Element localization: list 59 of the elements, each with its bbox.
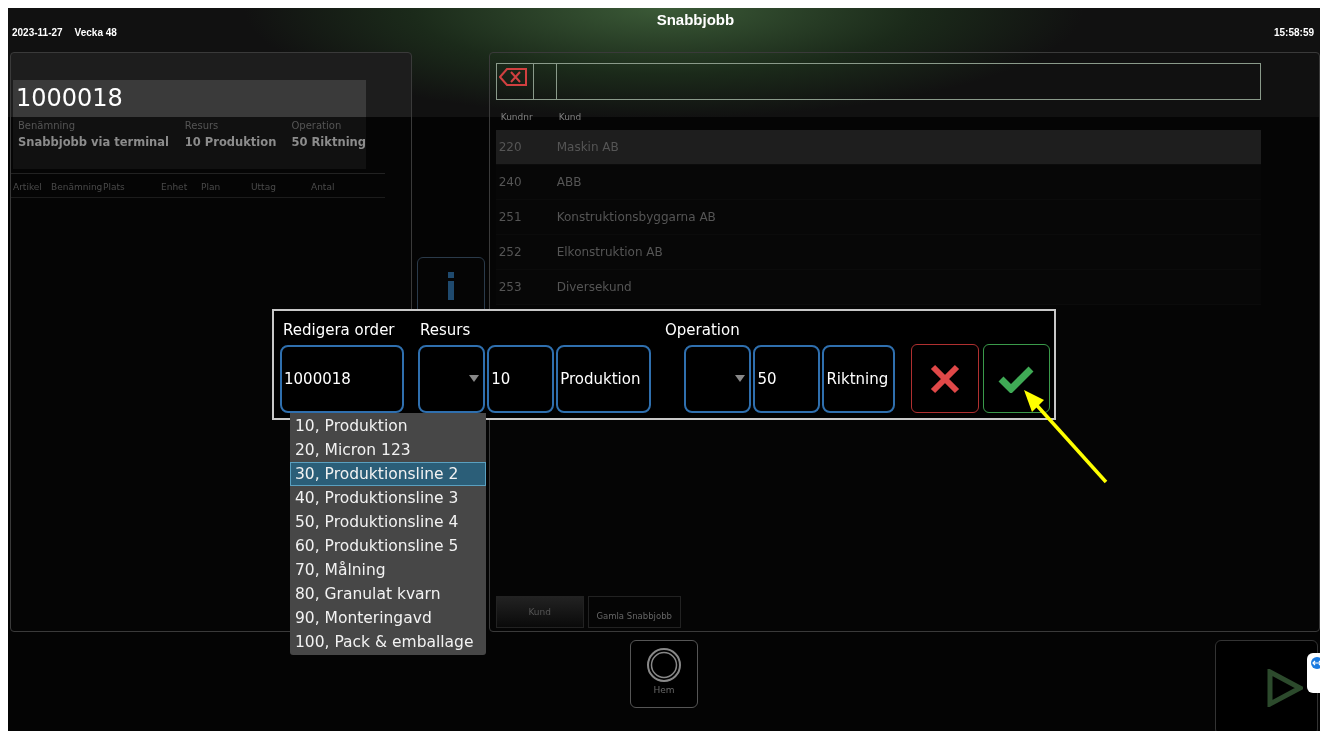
dropdown-option[interactable]: 40, Produktionsline 3 xyxy=(290,486,486,510)
confirm-button[interactable] xyxy=(982,344,1050,413)
customer-number: 252 xyxy=(497,245,523,259)
dropdown-option[interactable]: 70, Målning xyxy=(290,558,486,582)
column-header: Kundnr xyxy=(499,112,534,122)
dropdown-option[interactable]: 80, Granulat kvarn xyxy=(290,582,486,606)
dropdown-button[interactable] xyxy=(684,344,752,413)
caret-icon xyxy=(469,375,480,382)
field-label: Resurs xyxy=(420,321,472,335)
dropdown-option[interactable]: 90, Monteringavd xyxy=(290,606,486,630)
customer-number: 240 xyxy=(497,175,523,189)
column-header: Benämning xyxy=(51,182,103,192)
dropdown-option[interactable]: 30, Produktionsline 2 xyxy=(290,462,486,486)
customer-name: Elkonstruktion AB xyxy=(556,245,664,259)
field-value: Snabbjobb via terminal xyxy=(18,135,170,149)
circle-icon xyxy=(646,647,682,683)
order-number: 1000018 xyxy=(13,80,366,117)
page-title: Snabbjobb xyxy=(655,11,736,28)
remote-icon xyxy=(1311,657,1320,669)
field-value: 10 Produktion xyxy=(184,135,278,149)
column-header: Kund xyxy=(558,112,583,122)
field-label: Resurs xyxy=(184,120,220,131)
order-field[interactable]: 1000018 xyxy=(280,344,404,413)
week-text: Vecka 48 xyxy=(74,27,117,38)
customer-number: 251 xyxy=(497,210,523,224)
resource-code-field[interactable]: 10 xyxy=(487,344,555,413)
dropdown-option[interactable]: 50, Produktionsline 4 xyxy=(290,510,486,534)
customer-name: ABB xyxy=(556,175,583,189)
info-icon xyxy=(446,272,455,300)
check-icon xyxy=(998,364,1035,393)
caret-icon xyxy=(735,375,746,382)
dropdown-option[interactable]: 20, Micron 123 xyxy=(290,438,486,462)
customer-name: Diversekund xyxy=(556,280,633,294)
column-header: Enhet xyxy=(161,182,189,192)
dropdown-option[interactable]: 100, Pack & emballage xyxy=(290,630,486,654)
dropdown-option[interactable]: 10, Produktion xyxy=(290,414,486,438)
customer-name: Konstruktionsbyggarna AB xyxy=(556,210,717,224)
field-value: 50 Riktning xyxy=(291,135,366,149)
dropdown-button[interactable] xyxy=(418,344,486,413)
operation-code-field[interactable]: 50 xyxy=(753,344,821,413)
date-text: 2023-11-27 xyxy=(12,27,63,38)
operation-name-field[interactable]: Riktning xyxy=(822,344,896,413)
next-button[interactable] xyxy=(1215,640,1318,731)
close-icon xyxy=(930,363,961,394)
column-header: Plan xyxy=(201,182,222,192)
resource-name-field[interactable]: Produktion xyxy=(556,344,652,413)
play-icon xyxy=(1267,668,1303,707)
column-header: Artikel xyxy=(13,182,43,192)
tab[interactable]: Gamla Snabbjobb xyxy=(587,596,681,628)
field-label: Operation xyxy=(291,120,343,131)
column-header: Plats xyxy=(103,182,126,192)
clock-text: 15:58:59 xyxy=(1273,27,1314,38)
column-header: Antal xyxy=(311,182,336,192)
column-header: Uttag xyxy=(251,182,277,192)
dropdown-option[interactable]: 60, Produktionsline 5 xyxy=(290,534,486,558)
field-label: Benämning xyxy=(18,120,77,131)
home-button[interactable]: Hem xyxy=(630,640,698,708)
customer-number: 253 xyxy=(497,280,523,294)
cancel-button[interactable] xyxy=(911,344,979,413)
